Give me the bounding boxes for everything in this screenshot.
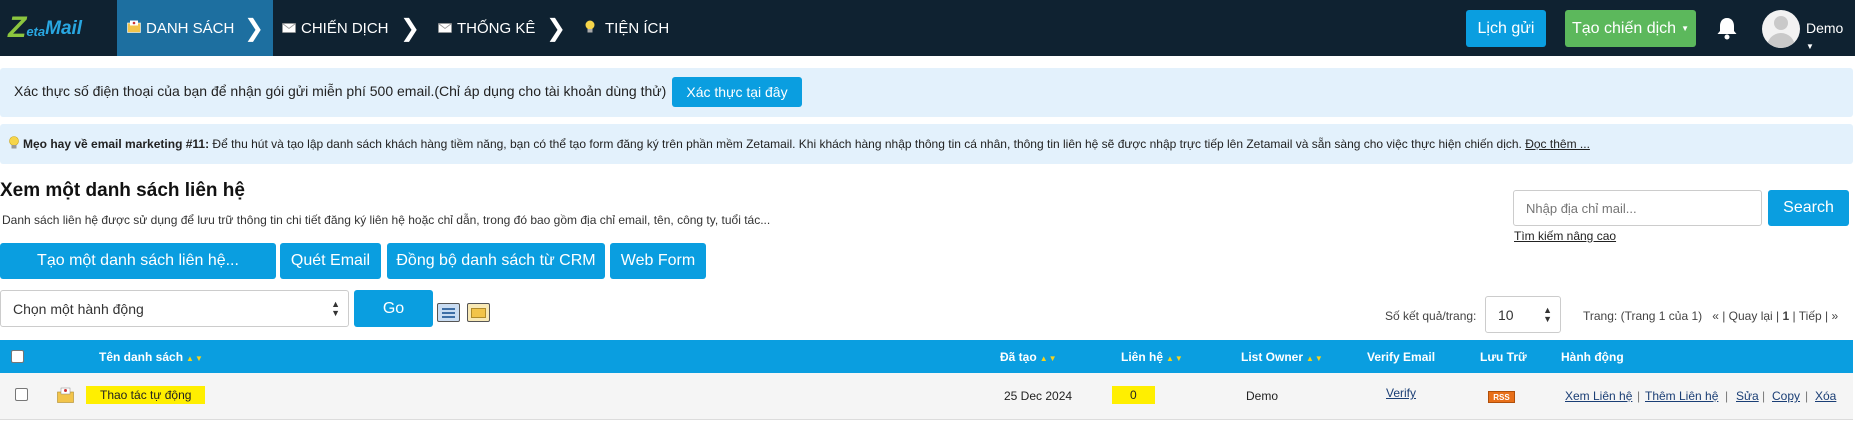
verify-phone-button[interactable]: Xác thực tại đây — [672, 77, 802, 107]
logo-eta: eta — [26, 23, 46, 39]
last-page-link[interactable]: » — [1831, 309, 1838, 323]
pagination: Trang: (Trang 1 của 1) « | Quay lại | 1 … — [1583, 309, 1839, 323]
next-page-link[interactable]: Tiếp — [1799, 309, 1822, 323]
caret-down-icon: ▼ — [1806, 42, 1814, 51]
user-name: Demo — [1806, 20, 1844, 36]
bulk-action-value: Chọn một hành động — [13, 300, 144, 317]
tip-alert: Mẹo hay về email marketing #11: Để thu h… — [0, 124, 1853, 164]
column-contacts[interactable]: Liên hệ ▲▼ — [1121, 350, 1184, 364]
avatar[interactable] — [1762, 10, 1800, 48]
create-campaign-label: Tạo chiến dịch — [1572, 19, 1677, 37]
verify-phone-text: Xác thực số điện thoại của bạn để nhận g… — [14, 83, 667, 99]
go-button[interactable]: Go — [354, 290, 433, 327]
sync-crm-button[interactable]: Đồng bộ danh sách từ CRM — [387, 243, 605, 279]
page-info: Trang: (Trang 1 của 1) — [1583, 309, 1703, 323]
bell-icon[interactable] — [1716, 16, 1738, 40]
column-name[interactable]: Tên danh sách ▲▼ — [99, 350, 204, 364]
folder-view-icon[interactable] — [467, 303, 490, 322]
scan-email-button[interactable]: Quét Email — [280, 243, 381, 279]
view-contacts-link[interactable]: Xem Liên hệ — [1565, 389, 1632, 403]
advanced-search-link[interactable]: Tìm kiếm nâng cao — [1514, 229, 1616, 243]
page-title: Xem một danh sách liên hệ — [0, 180, 245, 201]
list-owner: Demo — [1246, 389, 1279, 403]
delete-link[interactable]: Xóa — [1815, 389, 1836, 403]
schedule-button[interactable]: Lịch gửi — [1466, 10, 1546, 47]
chevron-right-icon: ❯ — [400, 14, 421, 42]
chevron-right-icon: ❯ — [546, 14, 567, 42]
contact-count-value: 0 — [1112, 386, 1155, 404]
rss-icon[interactable]: RSS — [1488, 391, 1515, 403]
lightbulb-icon — [8, 136, 20, 153]
separator: | — [1637, 389, 1641, 403]
sort-icon[interactable]: ▲▼ — [1040, 354, 1058, 363]
contacts-folder-icon — [57, 387, 74, 403]
list-name[interactable]: Thao tác tự động — [86, 386, 206, 404]
nav-item-utilities[interactable]: TIỆN ÍCH — [584, 0, 669, 56]
created-date: 25 Dec 2024 — [1004, 389, 1073, 403]
tip-title: Mẹo hay về email marketing #11: — [23, 137, 210, 151]
select-arrows-icon: ▲ ▼ — [331, 299, 340, 318]
per-page-label: Số kết quả/trang: — [1385, 309, 1477, 323]
email-search-input[interactable] — [1513, 190, 1762, 226]
column-label: Liên hệ — [1121, 350, 1164, 364]
prev-page-link[interactable]: Quay lại — [1729, 309, 1773, 323]
create-campaign-button[interactable]: Tạo chiến dịch ▼ — [1565, 10, 1696, 47]
select-all-checkbox[interactable] — [11, 350, 24, 363]
column-label: Đã tạo — [1000, 350, 1037, 364]
verify-phone-alert: Xác thực số điện thoại của bạn để nhận g… — [0, 68, 1853, 117]
nav-item-label: TIỆN ÍCH — [605, 19, 670, 37]
create-list-button[interactable]: Tạo một danh sách liên hệ... — [0, 243, 276, 279]
separator: | — [1805, 389, 1809, 403]
tip-read-more-link[interactable]: Đọc thêm ... — [1525, 137, 1590, 151]
select-arrows-icon: ▲ ▼ — [1543, 305, 1552, 324]
table-header: Tên danh sách ▲▼ Đã tạo ▲▼ Liên hệ ▲▼ List … — [0, 340, 1853, 373]
list-name-text: Thao tác tự động — [86, 386, 206, 404]
table-row: Thao tác tự động 25 Dec 2024 0 Demo Veri… — [0, 373, 1853, 420]
envelope-icon — [282, 21, 296, 36]
column-label: Tên danh sách — [99, 350, 184, 364]
column-label: List Owner — [1241, 350, 1304, 364]
zetamail-logo[interactable]: Zeta Mail — [8, 11, 83, 44]
nav-item-campaigns[interactable]: CHIẾN DỊCH — [282, 0, 389, 56]
column-created[interactable]: Đã tạo ▲▼ — [1000, 350, 1058, 364]
nav-item-label: THỐNG KÊ — [457, 19, 536, 37]
lightbulb-icon — [584, 20, 596, 37]
edit-link[interactable]: Sửa — [1736, 389, 1759, 403]
nav-item-label: CHIẾN DỊCH — [301, 19, 389, 37]
verify-email-link[interactable]: Verify — [1386, 386, 1416, 400]
nav-item-statistics[interactable]: THỐNG KÊ — [438, 0, 535, 56]
list-view-icon[interactable] — [437, 303, 460, 322]
search-button[interactable]: Search — [1768, 190, 1849, 226]
column-verify: Verify Email — [1367, 350, 1436, 364]
first-page-link[interactable]: « — [1712, 309, 1719, 323]
copy-link[interactable]: Copy — [1772, 389, 1800, 403]
chevron-right-icon: ❯ — [244, 14, 265, 42]
column-actions: Hành động — [1561, 350, 1624, 364]
separator: | — [1725, 389, 1729, 403]
separator: | — [1762, 389, 1766, 403]
current-page: 1 — [1782, 309, 1790, 323]
sort-icon[interactable]: ▲▼ — [1166, 354, 1184, 363]
nav-item-label: DANH SÁCH — [146, 19, 235, 37]
sort-icon[interactable]: ▲▼ — [186, 354, 204, 363]
logo-z: Z — [8, 11, 27, 44]
bulk-action-select[interactable]: Chọn một hành động ▲ ▼ — [0, 290, 349, 327]
caret-down-icon: ▼ — [1681, 24, 1689, 33]
column-owner[interactable]: List Owner ▲▼ — [1241, 350, 1324, 364]
logo-mail: Mail — [45, 18, 83, 39]
per-page-value: 10 — [1498, 306, 1514, 323]
sort-icon[interactable]: ▲▼ — [1306, 354, 1324, 363]
top-navbar: Zeta Mail DANH SÁCH ❯ CHIẾN DỊCH ❯ THỐNG … — [0, 0, 1855, 56]
user-menu[interactable]: Demo ▼ — [1806, 20, 1855, 52]
row-checkbox[interactable] — [15, 388, 28, 401]
envelope-icon — [438, 21, 452, 36]
add-contacts-link[interactable]: Thêm Liên hệ — [1645, 389, 1718, 403]
tip-text: Để thu hút và tạo lập danh sách khách hà… — [209, 137, 1522, 151]
column-archive: Lưu Trữ — [1480, 350, 1527, 364]
contact-count: 0 — [1112, 386, 1155, 404]
web-form-button[interactable]: Web Form — [610, 243, 706, 279]
per-page-select[interactable]: 10 ▲ ▼ — [1485, 296, 1561, 333]
contacts-folder-icon — [127, 20, 141, 36]
page-description: Danh sách liên hệ được sử dụng để lưu tr… — [2, 213, 771, 227]
